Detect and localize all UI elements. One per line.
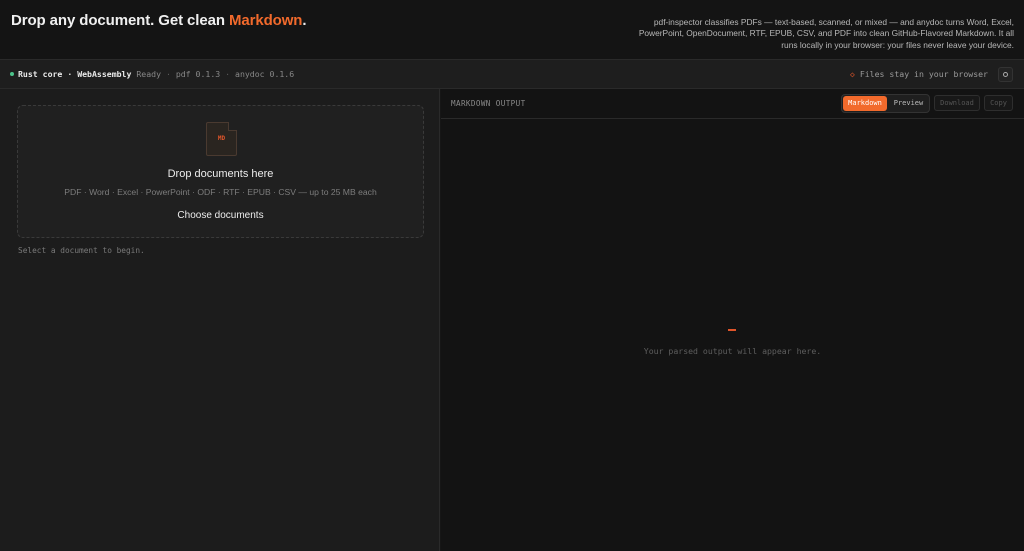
choose-documents-button[interactable]: Choose documents xyxy=(18,210,423,221)
select-hint: Select a document to begin. xyxy=(18,246,145,255)
cursor-icon xyxy=(728,329,736,331)
shield-icon: ◇ xyxy=(850,70,855,79)
dropzone[interactable]: MD Drop documents here PDF · Word · Exce… xyxy=(17,105,424,238)
output-panel-label: MARKDOWN OUTPUT xyxy=(451,99,526,108)
title-prefix: Drop any document. Get clean xyxy=(11,12,229,29)
markdown-file-icon: MD xyxy=(206,122,237,156)
dropzone-title: Drop documents here xyxy=(167,168,274,180)
theme-toggle-button[interactable] xyxy=(998,67,1013,82)
page-title: Drop any document. Get clean Markdown. xyxy=(11,12,307,29)
engine-label: WebAssembly xyxy=(77,69,132,79)
status-separator: · xyxy=(225,69,231,79)
title-accent: Markdown xyxy=(228,12,303,29)
supported-formats: PDF · Word · Excel · PowerPoint · ODF · … xyxy=(64,187,377,197)
status-bar: Rust core · WebAssembly Ready · pdf 0.1.… xyxy=(0,59,1024,89)
output-panel: MARKDOWN OUTPUT Markdown Preview Downloa… xyxy=(441,89,1024,551)
ready-state: Ready xyxy=(136,69,162,79)
empty-output-message: Your parsed output will appear here. xyxy=(643,346,822,356)
output-toolbar: MARKDOWN OUTPUT Markdown Preview Downloa… xyxy=(441,89,1024,119)
privacy-note: ◇ Files stay in your browser xyxy=(850,69,988,79)
anydoc-version: anydoc 0.1.6 xyxy=(235,69,295,79)
view-mode-switch: Markdown Preview xyxy=(841,94,930,113)
tab-preview[interactable]: Preview xyxy=(888,96,929,111)
core-label: Rust core xyxy=(18,69,63,79)
runtime-status: Rust core · WebAssembly Ready · pdf 0.1.… xyxy=(10,69,294,79)
input-panel: MD Drop documents here PDF · Word · Exce… xyxy=(0,89,440,551)
hero-header: Drop any document. Get clean Markdown. p… xyxy=(0,0,1024,59)
status-separator: · xyxy=(67,69,73,79)
status-dot-icon xyxy=(10,71,14,76)
title-suffix: . xyxy=(302,12,307,29)
privacy-text: Files stay in your browser xyxy=(859,69,988,79)
status-separator: · xyxy=(165,69,171,79)
pdf-version: pdf 0.1.3 xyxy=(175,69,221,79)
hero-description: pdf-inspector classifies PDFs — text-bas… xyxy=(638,17,1014,50)
download-button[interactable]: Download xyxy=(934,95,980,111)
tab-markdown[interactable]: Markdown xyxy=(843,96,887,111)
file-icon-label: MD xyxy=(217,135,226,142)
copy-button[interactable]: Copy xyxy=(984,95,1013,111)
sun-icon xyxy=(1003,72,1008,77)
